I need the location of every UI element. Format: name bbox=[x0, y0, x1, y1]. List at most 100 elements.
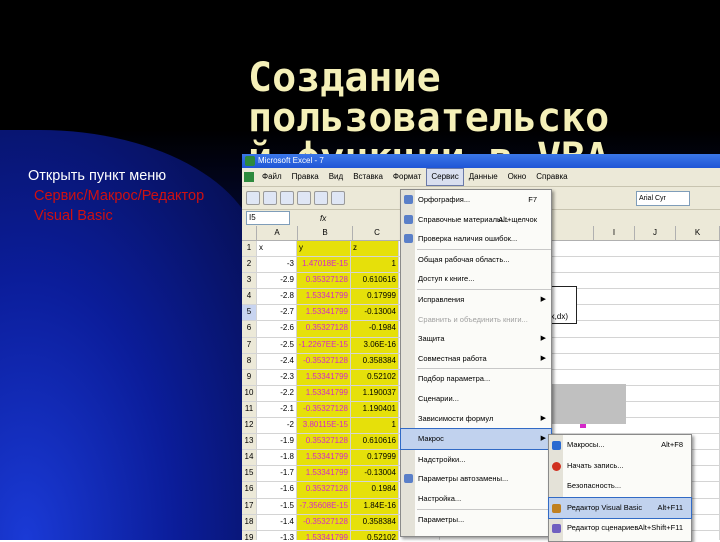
cell-x[interactable]: -1.7 bbox=[257, 466, 297, 482]
cell-y[interactable]: 1.53341799 bbox=[297, 530, 351, 540]
menu-edit[interactable]: Правка bbox=[287, 168, 324, 186]
row-number[interactable]: 9 bbox=[242, 369, 257, 385]
cell-y[interactable]: y bbox=[297, 241, 351, 257]
cell-x[interactable]: -2.6 bbox=[257, 321, 297, 337]
cell-y[interactable]: 0.35327128 bbox=[297, 482, 351, 498]
cell-z[interactable]: 1.84E-16 bbox=[351, 498, 399, 514]
print-icon[interactable] bbox=[314, 191, 328, 205]
column-header-b[interactable]: B bbox=[298, 226, 353, 240]
row-number[interactable]: 14 bbox=[242, 450, 257, 466]
tools-menu-item[interactable]: Зависимости формул ▶ bbox=[401, 409, 551, 429]
cell-y[interactable]: -0.35327128 bbox=[297, 401, 351, 418]
tools-menu-item[interactable]: Орфография... F7 bbox=[401, 190, 551, 210]
open-icon[interactable] bbox=[263, 191, 277, 205]
column-header-j[interactable]: J bbox=[635, 226, 676, 240]
menu-tools[interactable]: Сервис bbox=[426, 168, 464, 186]
cell-y[interactable]: 1.53341799 bbox=[297, 289, 351, 305]
cell-z[interactable]: 0.17999 bbox=[351, 450, 399, 466]
cell-y[interactable]: 1.53341799 bbox=[297, 466, 351, 482]
cell-x[interactable]: -1.3 bbox=[257, 530, 297, 540]
tools-menu-item[interactable]: Доступ к книге... bbox=[401, 269, 551, 289]
cell-z[interactable]: -0.13004 bbox=[351, 305, 399, 321]
column-header-a[interactable]: A bbox=[257, 226, 298, 240]
cell-x[interactable]: -2.1 bbox=[257, 401, 297, 418]
cell-x[interactable]: -1.9 bbox=[257, 434, 297, 450]
cell-z[interactable]: 0.1984 bbox=[351, 482, 399, 498]
tools-menu-item[interactable]: Настройка... bbox=[401, 489, 551, 509]
row-number[interactable]: 15 bbox=[242, 466, 257, 482]
macro-menu-item[interactable]: Начать запись... bbox=[549, 456, 691, 477]
preview-icon[interactable] bbox=[331, 191, 345, 205]
macro-menu-item[interactable]: Безопасность... bbox=[549, 476, 691, 497]
menu-format[interactable]: Формат bbox=[388, 168, 426, 186]
cell-z[interactable]: 0.610616 bbox=[351, 273, 399, 289]
cell-x[interactable]: -1.4 bbox=[257, 514, 297, 530]
row-number[interactable]: 4 bbox=[242, 289, 257, 305]
cell-y[interactable]: 1.53341799 bbox=[297, 305, 351, 321]
cell-x[interactable]: -2.7 bbox=[257, 305, 297, 321]
cell-y[interactable]: -0.35327128 bbox=[297, 353, 351, 369]
cell-z[interactable]: 1.190037 bbox=[351, 385, 399, 401]
tools-menu-item[interactable]: Параметры... bbox=[401, 510, 551, 530]
cell-x[interactable]: -2.8 bbox=[257, 289, 297, 305]
row-number[interactable]: 13 bbox=[242, 434, 257, 450]
cell-x[interactable]: -2.5 bbox=[257, 337, 297, 353]
cell-x[interactable]: -2.3 bbox=[257, 369, 297, 385]
cell-x[interactable]: x bbox=[257, 241, 297, 257]
menu-data[interactable]: Данные bbox=[464, 168, 503, 186]
cell-y[interactable]: -0.35327128 bbox=[297, 514, 351, 530]
macro-menu-item[interactable]: Редактор сценариев Alt+Shift+F11 bbox=[549, 518, 691, 539]
cell-z[interactable]: 0.52102 bbox=[351, 530, 399, 540]
menu-insert[interactable]: Вставка bbox=[348, 168, 388, 186]
cell-x[interactable]: -2 bbox=[257, 418, 297, 434]
tools-menu-item[interactable]: Проверка наличия ошибок... bbox=[401, 229, 551, 249]
cell-x[interactable]: -1.8 bbox=[257, 450, 297, 466]
select-all-corner[interactable] bbox=[242, 226, 257, 240]
cell-z[interactable]: 1 bbox=[351, 418, 399, 434]
cell-x[interactable]: -2.2 bbox=[257, 385, 297, 401]
name-box[interactable]: I5 bbox=[246, 211, 290, 225]
cell-z[interactable]: 0.610616 bbox=[351, 434, 399, 450]
menu-file[interactable]: Файл bbox=[257, 168, 287, 186]
new-icon[interactable] bbox=[246, 191, 260, 205]
cell-z[interactable]: z bbox=[351, 241, 399, 257]
cell-y[interactable]: 0.35327128 bbox=[297, 273, 351, 289]
row-number[interactable]: 16 bbox=[242, 482, 257, 498]
cell-y[interactable]: 1.53341799 bbox=[297, 369, 351, 385]
cell-z[interactable]: 0.17999 bbox=[351, 289, 399, 305]
cell-z[interactable]: 3.06E-16 bbox=[351, 337, 399, 353]
cell-x[interactable]: -1.5 bbox=[257, 498, 297, 514]
cell-z[interactable]: -0.1984 bbox=[351, 321, 399, 337]
font-name-box[interactable]: Arial Cyr bbox=[636, 191, 690, 206]
cell-z[interactable]: 1.190401 bbox=[351, 401, 399, 418]
cell-y[interactable]: 1.47018E-15 bbox=[297, 257, 351, 273]
cell-y[interactable]: -7.35608E-15 bbox=[297, 498, 351, 514]
tools-menu-item[interactable]: Совместная работа ▶ bbox=[401, 349, 551, 369]
row-number[interactable]: 11 bbox=[242, 401, 257, 418]
tools-menu-item[interactable]: Защита ▶ bbox=[401, 329, 551, 349]
macro-menu-item[interactable]: Макросы... Alt+F8 bbox=[549, 435, 691, 456]
cell-z[interactable]: -0.13004 bbox=[351, 466, 399, 482]
cell-y[interactable]: 1.53341799 bbox=[297, 385, 351, 401]
fx-icon[interactable]: fx bbox=[320, 214, 326, 223]
cell-y[interactable]: 0.35327128 bbox=[297, 434, 351, 450]
row-number[interactable]: 18 bbox=[242, 514, 257, 530]
menu-help[interactable]: Справка bbox=[531, 168, 572, 186]
cell-z[interactable]: 0.52102 bbox=[351, 369, 399, 385]
tools-menu-item[interactable]: Параметры автозамены... bbox=[401, 469, 551, 489]
menu-window[interactable]: Окно bbox=[503, 168, 532, 186]
tools-menu-item[interactable]: Сценарии... bbox=[401, 389, 551, 409]
save-icon[interactable] bbox=[280, 191, 294, 205]
row-number[interactable]: 19 bbox=[242, 530, 257, 540]
permission-icon[interactable] bbox=[297, 191, 311, 205]
cell-y[interactable]: 1.53341799 bbox=[297, 450, 351, 466]
row-number[interactable]: 8 bbox=[242, 353, 257, 369]
row-number[interactable]: 10 bbox=[242, 385, 257, 401]
cell-y[interactable]: 0.35327128 bbox=[297, 321, 351, 337]
row-number[interactable]: 12 bbox=[242, 418, 257, 434]
row-number[interactable]: 1 bbox=[242, 241, 257, 257]
row-number[interactable]: 3 bbox=[242, 273, 257, 289]
cell-x[interactable]: -2.4 bbox=[257, 353, 297, 369]
cell-x[interactable]: -2.9 bbox=[257, 273, 297, 289]
row-number[interactable]: 6 bbox=[242, 321, 257, 337]
